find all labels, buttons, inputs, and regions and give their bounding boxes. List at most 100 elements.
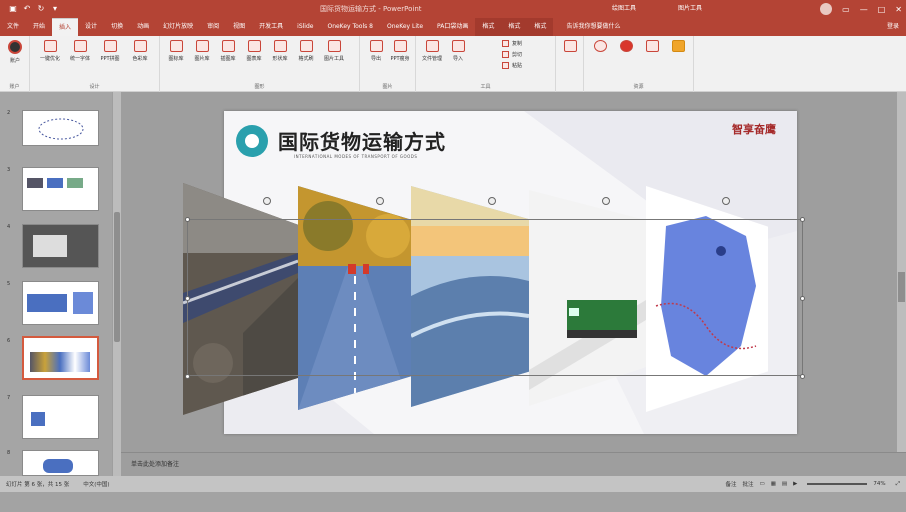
- image-library-button[interactable]: 图片库: [192, 40, 212, 62]
- help-icon: [593, 40, 607, 52]
- shape-library-button[interactable]: 形状库: [270, 40, 290, 62]
- color-library-button[interactable]: 色彩库: [130, 40, 150, 62]
- account-icon: [8, 40, 22, 54]
- language-indicator[interactable]: 中文(中国): [83, 480, 109, 488]
- copy-icon: [502, 40, 509, 47]
- slide-thumbnail[interactable]: [22, 167, 99, 211]
- illustration-library-button[interactable]: 插图库: [218, 40, 238, 62]
- tab-insert[interactable]: 插入: [52, 18, 79, 36]
- tab-onekey-tools[interactable]: OneKey Tools 8: [320, 18, 380, 36]
- resource-button-4[interactable]: [668, 40, 688, 52]
- slide-thumbnail[interactable]: [22, 224, 99, 268]
- tab-onekey-lite[interactable]: OneKey Lite: [380, 18, 430, 36]
- slide-sorter-icon[interactable]: ▦: [771, 481, 776, 487]
- customize-qat-icon[interactable]: ▾: [50, 4, 60, 14]
- minimize-icon[interactable]: —: [860, 5, 868, 14]
- tab-format-3[interactable]: 格式: [527, 18, 554, 36]
- account-button[interactable]: 账户: [5, 40, 25, 64]
- rotate-handle[interactable]: [263, 197, 271, 205]
- thumbnail-scrollbar[interactable]: [113, 92, 121, 476]
- slide-thumbnail-pane[interactable]: 2 3 4 5 6 7 8: [0, 92, 112, 476]
- ribbon-display-icon[interactable]: ▭: [842, 5, 850, 14]
- ribbon-group-tools: 文件管理 导入 复制 剪切 粘贴 工具: [416, 36, 556, 92]
- fit-to-window-icon[interactable]: ⤢: [896, 481, 900, 488]
- icon-library-button[interactable]: 图标库: [166, 40, 186, 62]
- rotate-handle[interactable]: [722, 197, 730, 205]
- format-painter-button[interactable]: 格式刷: [296, 40, 316, 62]
- resource-button-2[interactable]: [616, 40, 636, 52]
- resize-handle[interactable]: [185, 217, 190, 222]
- tab-format-1[interactable]: 格式: [475, 18, 502, 36]
- comments-toggle-button[interactable]: 批注: [743, 480, 754, 488]
- picture-tools-button[interactable]: 图片工具: [324, 40, 344, 62]
- slide-thumbnail[interactable]: [22, 281, 99, 325]
- resize-handle[interactable]: [185, 374, 190, 379]
- slide-thumbnail-selected[interactable]: [22, 336, 99, 380]
- one-click-optimize-button[interactable]: 一键优化: [40, 40, 60, 62]
- slide-thumbnail[interactable]: [22, 110, 99, 146]
- chart-library-button[interactable]: 图表库: [244, 40, 264, 62]
- maximize-icon[interactable]: □: [878, 5, 886, 14]
- unify-font-button[interactable]: 统一字体: [70, 40, 90, 62]
- rotate-handle[interactable]: [602, 197, 610, 205]
- slideshow-icon[interactable]: ▶: [793, 481, 797, 487]
- resize-handle[interactable]: [800, 296, 805, 301]
- resize-handle[interactable]: [800, 374, 805, 379]
- resize-handle[interactable]: [800, 217, 805, 222]
- fire-icon: [619, 40, 633, 52]
- export-button[interactable]: 导出: [366, 40, 386, 62]
- import-button[interactable]: 导入: [448, 40, 468, 62]
- ppt-slim-button[interactable]: PPT瘦身: [390, 40, 410, 62]
- account-label[interactable]: 登录: [880, 18, 906, 36]
- redo-icon[interactable]: ↻: [36, 4, 46, 14]
- tab-islide[interactable]: iSlide: [290, 18, 320, 36]
- tab-animations[interactable]: 动画: [130, 18, 156, 36]
- zoom-level[interactable]: 74%: [873, 481, 885, 487]
- slide-title[interactable]: 国际货物运输方式: [278, 126, 446, 155]
- tab-transitions[interactable]: 切换: [104, 18, 130, 36]
- title-bar: ▣ ↶ ↻ ▾ 国际货物运输方式 - PowerPoint 绘图工具 图片工具 …: [0, 0, 906, 18]
- tab-file[interactable]: 文件: [0, 18, 26, 36]
- tab-review[interactable]: 审阅: [200, 18, 226, 36]
- slide-thumbnail[interactable]: [22, 450, 99, 476]
- tab-home[interactable]: 开始: [26, 18, 52, 36]
- reading-view-icon[interactable]: ▤: [782, 481, 787, 487]
- normal-view-icon[interactable]: ▭: [760, 481, 765, 487]
- rotate-handle[interactable]: [376, 197, 384, 205]
- notes-placeholder[interactable]: 单击此处添加备注: [131, 459, 179, 468]
- selection-frame: [187, 219, 803, 376]
- tab-developer[interactable]: 开发工具: [252, 18, 290, 36]
- slide-thumbnail[interactable]: [22, 395, 99, 439]
- picture-tools-label: 图片工具: [678, 5, 703, 12]
- paste-button[interactable]: 粘贴: [502, 62, 522, 69]
- tab-slideshow[interactable]: 幻灯片放映: [156, 18, 200, 36]
- tell-me-box[interactable]: 告诉我你想要做什么: [559, 18, 627, 36]
- thumbnail-scrollbar-thumb[interactable]: [114, 212, 120, 342]
- close-icon[interactable]: ✕: [895, 5, 902, 14]
- undo-icon[interactable]: ↶: [22, 4, 32, 14]
- tab-format-2[interactable]: 格式: [501, 18, 528, 36]
- cut-button[interactable]: 剪切: [502, 51, 522, 58]
- resource-button-1[interactable]: [590, 40, 610, 52]
- file-manage-button[interactable]: 文件管理: [422, 40, 442, 62]
- canvas-scrollbar[interactable]: [897, 92, 906, 452]
- compress-icon: [393, 40, 407, 52]
- zoom-slider[interactable]: [807, 483, 868, 485]
- rotate-handle[interactable]: [488, 197, 496, 205]
- tab-pa-animation[interactable]: PA口袋动画: [430, 18, 475, 36]
- slide-subtitle[interactable]: INTERNATIONAL MODES OF TRANSPORT OF GOOD…: [294, 154, 417, 159]
- canvas-scrollbar-thumb[interactable]: [898, 272, 905, 302]
- tab-design[interactable]: 设计: [78, 18, 104, 36]
- resize-handle[interactable]: [185, 296, 190, 301]
- save-icon[interactable]: ▣: [8, 4, 18, 14]
- picture-icon: [327, 40, 341, 52]
- notes-toggle-button[interactable]: 备注: [725, 480, 736, 488]
- notes-pane[interactable]: 单击此处添加备注: [121, 452, 906, 476]
- tab-view[interactable]: 视图: [226, 18, 252, 36]
- extra-button[interactable]: [560, 40, 580, 52]
- ppt-collage-button[interactable]: PPT拼图: [100, 40, 120, 62]
- resource-button-3[interactable]: [642, 40, 662, 52]
- copy-button[interactable]: 复制: [502, 40, 522, 47]
- import-icon: [451, 40, 465, 52]
- avatar[interactable]: [820, 3, 833, 15]
